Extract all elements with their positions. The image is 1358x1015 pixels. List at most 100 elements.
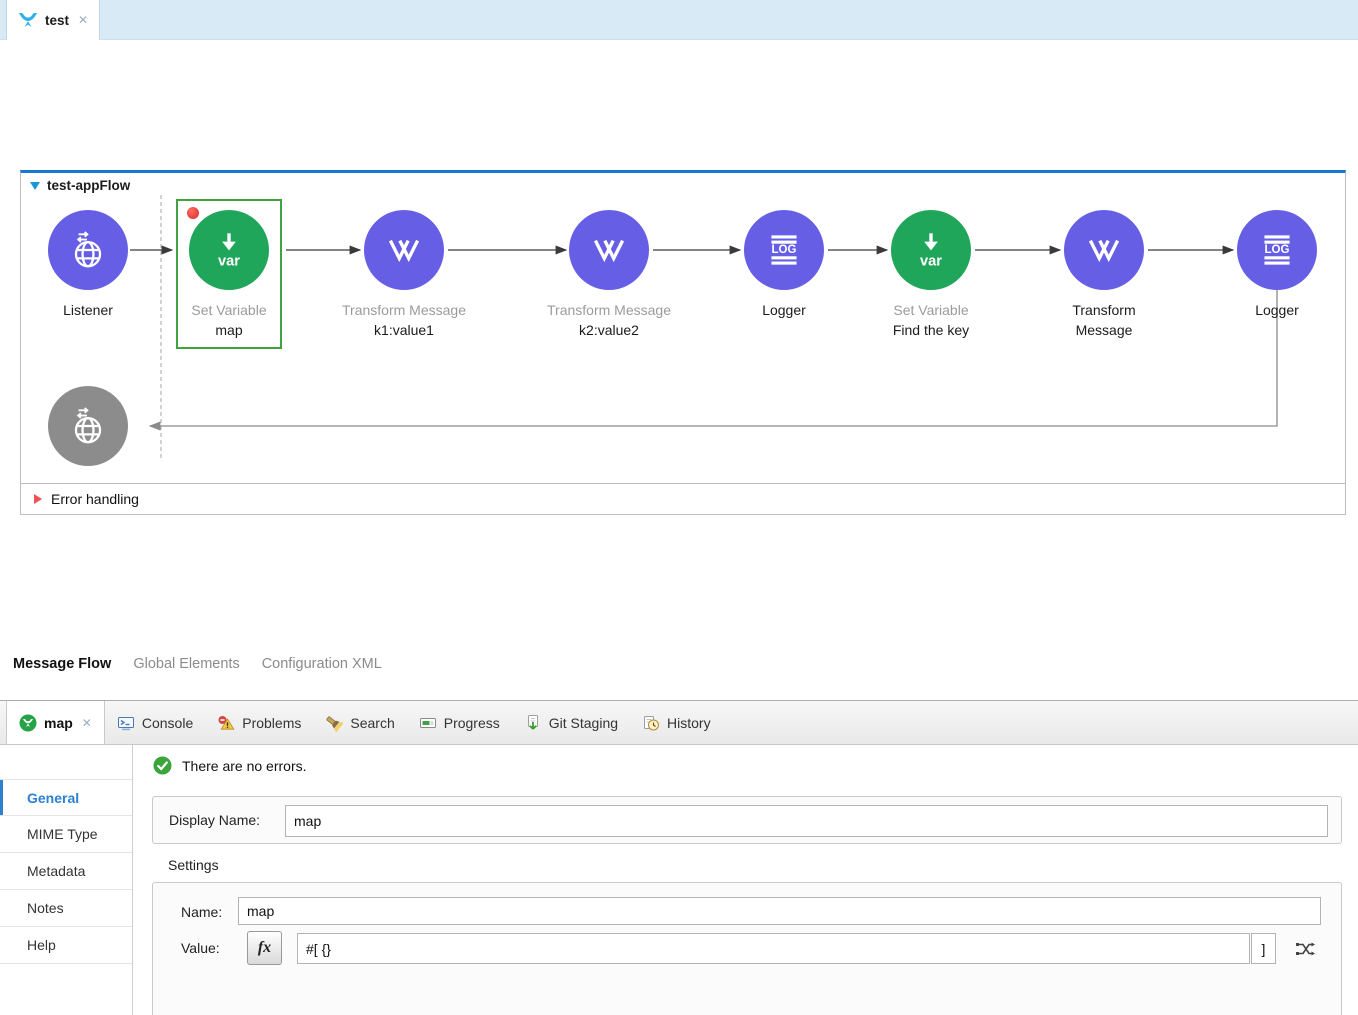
view-tab-search[interactable]: Search xyxy=(313,701,406,744)
display-name-input[interactable] xyxy=(285,805,1328,837)
flow-component-logger-1[interactable]: LOG Logger xyxy=(714,210,854,320)
close-icon[interactable]: ✕ xyxy=(82,716,92,730)
view-tab-label: Search xyxy=(350,714,395,731)
bottom-panel: map ✕ Console Problems Search Progress G… xyxy=(0,700,1358,1015)
svg-text:var: var xyxy=(218,254,240,270)
set-variable-icon: var xyxy=(189,210,269,290)
tab-message-flow[interactable]: Message Flow xyxy=(13,656,111,672)
progress-icon xyxy=(419,714,437,732)
component-name-label: k2:value2 xyxy=(579,322,639,338)
anypoint-studio-window: test ✕ test-appFlow Listener var Set Var… xyxy=(0,0,1358,1015)
flow-component-transform-1[interactable]: Transform Message k1:value1 xyxy=(334,210,474,340)
flow-collapse-icon[interactable] xyxy=(30,181,40,190)
view-tab-problems[interactable]: Problems xyxy=(205,701,313,744)
flow-component-logger-2[interactable]: LOG Logger xyxy=(1207,210,1347,320)
flow-component-set-variable-map[interactable]: var Set Variable map xyxy=(159,210,299,340)
logger-icon: LOG xyxy=(1237,210,1317,290)
value-input[interactable] xyxy=(297,933,1250,964)
sidebar-item-metadata[interactable]: Metadata xyxy=(0,853,132,890)
expression-mapping-icon xyxy=(1295,939,1315,959)
view-tab-label: Console xyxy=(141,714,194,731)
editor-tab-label: test xyxy=(45,12,70,28)
error-handling-section[interactable]: Error handling xyxy=(21,483,1345,514)
svg-text:var: var xyxy=(920,254,942,270)
value-close-bracket: ] xyxy=(1251,933,1276,964)
flow-header: test-appFlow xyxy=(30,178,130,193)
svg-text:LOG: LOG xyxy=(772,244,797,256)
component-name-label: Find the key xyxy=(892,322,970,338)
flow-component-set-variable-find[interactable]: var Set Variable Find the key xyxy=(861,210,1001,340)
value-label: Value: xyxy=(181,940,220,956)
editor-tab-test[interactable]: test ✕ xyxy=(6,0,101,40)
transform-message-icon xyxy=(364,210,444,290)
close-icon[interactable]: ✕ xyxy=(78,13,88,27)
component-label: Logger xyxy=(762,302,806,318)
error-collapsed-icon[interactable] xyxy=(34,494,42,504)
view-tab-label: History xyxy=(667,714,711,731)
display-name-label: Display Name: xyxy=(169,812,261,828)
logger-icon: LOG xyxy=(744,210,824,290)
properties-content: There are no errors. Display Name: Setti… xyxy=(133,745,1358,1015)
view-tab-history[interactable]: History xyxy=(630,701,723,744)
tab-configuration-xml[interactable]: Configuration XML xyxy=(262,656,382,672)
sidebar-item-general[interactable]: General xyxy=(0,779,132,816)
component-type-label: Set Variable xyxy=(893,302,969,318)
view-tab-console[interactable]: Console xyxy=(105,701,205,744)
view-tab-label: Git Staging xyxy=(548,714,619,731)
component-type-label: Set Variable xyxy=(191,302,267,318)
editor-tabbar: test ✕ xyxy=(0,0,1358,40)
breakpoint-icon[interactable] xyxy=(187,207,199,219)
component-type-label: Transform Message xyxy=(547,302,671,318)
flow-component-transform-2[interactable]: Transform Message k2:value2 xyxy=(539,210,679,340)
sidebar-item-help[interactable]: Help xyxy=(0,927,132,964)
search-icon xyxy=(325,714,344,732)
expression-mapping-button[interactable] xyxy=(1289,933,1320,964)
transform-message-icon xyxy=(1064,210,1144,290)
component-name-label: k1:value1 xyxy=(374,322,434,338)
name-label: Name: xyxy=(181,904,223,920)
component-label: Listener xyxy=(63,302,113,318)
settings-group: Name: Value: fx ] xyxy=(152,882,1342,1015)
flow-component-transform-3[interactable]: Transform Message xyxy=(1034,210,1174,340)
view-tab-label: Progress xyxy=(443,714,500,731)
svg-text:LOG: LOG xyxy=(1265,244,1290,256)
component-label: Logger xyxy=(1255,302,1299,318)
sidebar-item-mime-type[interactable]: MIME Type xyxy=(0,816,132,853)
sidebar-item-notes[interactable]: Notes xyxy=(0,890,132,927)
views-tabbar: map ✕ Console Problems Search Progress G… xyxy=(0,701,1358,745)
properties-sidebar: General MIME Type Metadata Notes Help xyxy=(0,745,133,1015)
check-icon xyxy=(153,756,172,775)
component-type-label: Transform Message xyxy=(342,302,466,318)
view-tab-git-staging[interactable]: Git Staging xyxy=(512,701,630,744)
git-staging-icon xyxy=(524,714,542,732)
flow-name: test-appFlow xyxy=(47,178,131,193)
display-name-group: Display Name: xyxy=(152,796,1342,844)
component-label: Transform Message xyxy=(1072,302,1136,338)
flow-body: Listener var Set Variable map Transform … xyxy=(21,173,1345,483)
flow-container: test-appFlow Listener var Set Variable m… xyxy=(20,170,1346,515)
view-tab-progress[interactable]: Progress xyxy=(407,701,512,744)
globe-icon xyxy=(48,210,128,290)
mule-bird-icon xyxy=(18,12,38,28)
globe-icon xyxy=(48,386,128,466)
flow-component-listener-response[interactable] xyxy=(48,386,128,466)
flow-component-listener[interactable]: Listener xyxy=(18,210,158,320)
status-message: There are no errors. xyxy=(182,757,307,774)
editor-mode-tabs: Message Flow Global Elements Configurati… xyxy=(13,656,382,672)
history-icon xyxy=(642,714,660,732)
mule-properties-icon xyxy=(19,714,37,732)
view-tab-label: Problems xyxy=(242,714,302,731)
properties-panel: General MIME Type Metadata Notes Help Th… xyxy=(0,745,1358,1015)
transform-message-icon xyxy=(569,210,649,290)
error-handling-label: Error handling xyxy=(51,491,139,507)
name-input[interactable] xyxy=(238,897,1321,925)
console-icon xyxy=(117,714,135,732)
component-name-label: map xyxy=(215,322,243,338)
fx-button[interactable]: fx xyxy=(247,931,282,965)
validation-status: There are no errors. xyxy=(153,756,307,775)
tab-global-elements[interactable]: Global Elements xyxy=(133,656,239,672)
view-tab-map[interactable]: map ✕ xyxy=(6,701,105,744)
problems-icon xyxy=(217,714,235,732)
set-variable-icon: var xyxy=(891,210,971,290)
settings-section-label: Settings xyxy=(168,857,219,873)
